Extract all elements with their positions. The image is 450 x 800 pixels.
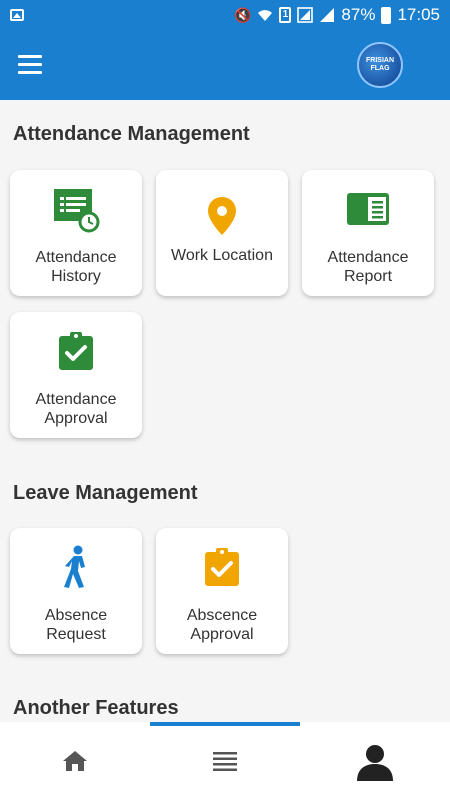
attendance-history-card[interactable]: Attendance History — [10, 170, 142, 296]
absence-request-card[interactable]: Absence Request — [10, 528, 142, 654]
nav-profile[interactable] — [300, 722, 450, 800]
list-icon — [213, 752, 237, 771]
section-title-another-features: Another Features — [13, 697, 179, 719]
attendance-history-icon — [52, 182, 100, 236]
image-icon — [10, 9, 24, 21]
signal-icon — [297, 7, 314, 23]
work-location-card[interactable]: Work Location — [156, 170, 288, 296]
attendance-history-label: Attendance History — [35, 249, 117, 285]
absence-approval-card[interactable]: Abscence Approval — [156, 528, 288, 654]
attendance-report-card[interactable]: Attendance Report — [302, 170, 434, 296]
clipboard-check-icon — [204, 540, 240, 594]
mute-icon: 🔇 — [233, 7, 252, 23]
walking-person-icon — [61, 540, 91, 594]
absence-approval-label: Abscence Approval — [186, 607, 258, 643]
location-pin-icon — [207, 196, 237, 236]
logo-text-line1: FRISIAN — [366, 57, 394, 64]
logo-text-line2: FLAG — [370, 65, 390, 72]
report-book-icon — [346, 182, 390, 236]
status-bar: 🔇 1 87% 17:05 — [0, 0, 450, 30]
home-icon — [63, 751, 87, 771]
sim-icon: 1 — [279, 7, 292, 23]
frisian-flag-logo: FRISIAN FLAG — [357, 42, 403, 88]
active-tab-indicator — [150, 722, 300, 726]
clipboard-check-icon — [58, 324, 94, 378]
work-location-label: Work Location — [171, 247, 273, 264]
attendance-report-label: Attendance Report — [327, 249, 409, 285]
wifi-icon — [258, 10, 273, 21]
profile-icon — [357, 745, 393, 781]
absence-request-label: Absence Request — [44, 607, 108, 643]
bottom-navigation — [0, 722, 450, 800]
battery-icon — [381, 6, 392, 24]
clock: 17:05 — [397, 5, 440, 24]
app-bar: FRISIAN FLAG — [0, 30, 450, 100]
attendance-approval-label: Attendance Approval — [35, 391, 117, 427]
nav-home[interactable] — [0, 722, 150, 800]
section-title-attendance-management: Attendance Management — [13, 123, 250, 145]
section-title-leave-management: Leave Management — [13, 482, 198, 504]
battery-percentage: 87% — [341, 5, 376, 24]
attendance-approval-card[interactable]: Attendance Approval — [10, 312, 142, 438]
nav-list[interactable] — [150, 722, 300, 800]
cell-signal-icon — [320, 8, 335, 22]
main-content[interactable]: Attendance Management Attendance History… — [0, 100, 450, 722]
hamburger-menu-icon[interactable] — [18, 55, 42, 75]
